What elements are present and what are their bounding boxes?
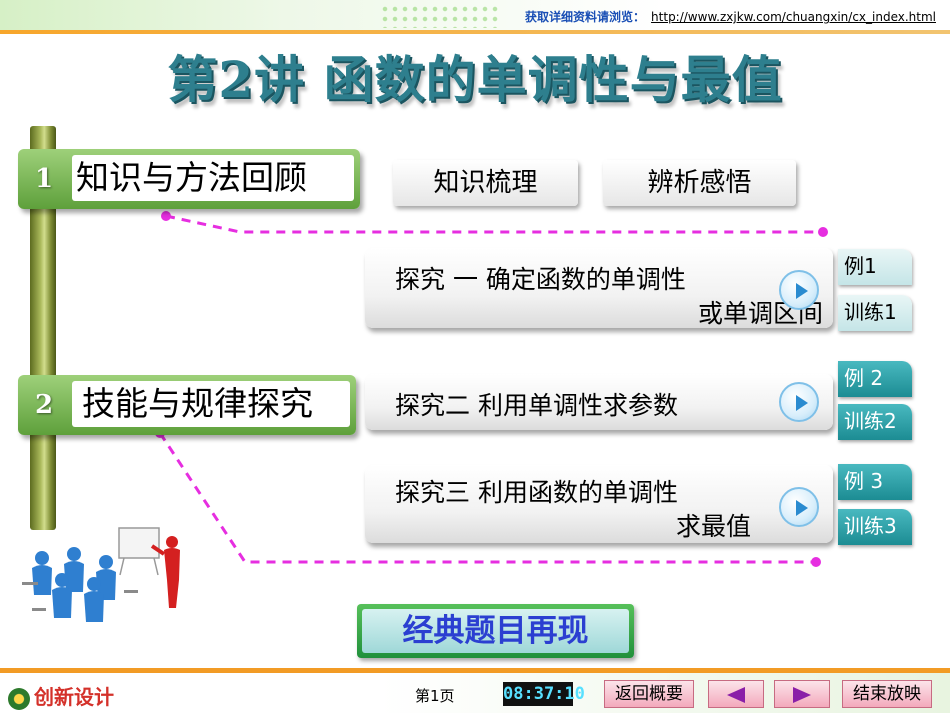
play-icon[interactable] [779,270,819,310]
whiteboard [118,527,160,576]
explore-3-button[interactable]: 探究三 利用函数的单调性 求最值 [365,465,833,543]
back-to-overview-button[interactable]: 返回概要 [604,680,694,708]
knowledge-summary-button[interactable]: 知识梳理 [393,160,578,206]
page-title: 第2讲 函数的单调性与最值 [167,50,783,109]
connector-1 [165,214,822,234]
previous-slide-button[interactable] [708,680,764,708]
section-number: 1 [34,164,54,194]
section-label: 技能与规律探究 [72,381,350,427]
arrow-right-icon [793,687,811,703]
explore-1-button[interactable]: 探究 一 确定函数的单调性 或单调区间 [365,248,833,328]
analysis-insight-button[interactable]: 辨析感悟 [603,160,796,206]
explore-1-line1: 探究 一 确定函数的单调性 [395,265,686,294]
explore-3-line2: 求最值 [675,512,751,541]
clock-display: 08:37:10 [503,682,585,706]
explore-2-line1: 探究二 利用单调性求参数 [395,391,678,420]
header-link-area: 获取详细资料请浏览： http://www.zxjkw.com/chuangxin… [525,8,936,25]
training-1-tab[interactable]: 训练1 [838,295,912,331]
explore-3-line1: 探究三 利用函数的单调性 [395,478,678,507]
footer-bar: 创新设计 第1页 08:37:10 返回概要 结束放映 [0,673,950,713]
classroom-illustration [22,527,180,622]
next-slide-button[interactable] [774,680,830,708]
play-icon[interactable] [779,382,819,422]
banner-decoration [380,4,500,28]
section-number: 2 [34,390,54,420]
page-number: 第1页 [415,687,455,705]
section-label: 知识与方法回顾 [72,155,354,201]
header-link-label: 获取详细资料请浏览： [525,10,646,24]
example-1-tab[interactable]: 例1 [838,249,912,285]
training-3-tab[interactable]: 训练3 [838,509,912,545]
section-knowledge-review[interactable]: 1 知识与方法回顾 [18,149,360,209]
connector-1-end-dot [818,227,828,237]
logo-text: 创新设计 [34,685,114,709]
example-2-tab[interactable]: 例 2 [838,361,912,397]
section-skills-exploration[interactable]: 2 技能与规律探究 [18,375,356,435]
classic-problems-button[interactable]: 经典题目再现 [357,604,634,658]
explore-2-button[interactable]: 探究二 利用单调性求参数 [365,374,833,430]
example-3-tab[interactable]: 例 3 [838,464,912,500]
connector-1-start-dot [161,211,171,221]
brand-logo: 创新设计 [8,681,114,710]
top-banner: 获取详细资料请浏览： http://www.zxjkw.com/chuangxin… [0,0,950,30]
end-show-button[interactable]: 结束放映 [842,680,932,708]
training-2-tab[interactable]: 训练2 [838,404,912,440]
logo-emblem-icon [8,687,30,710]
classic-problems-label: 经典题目再现 [362,609,629,653]
connector-2-end-dot [811,557,821,567]
play-icon[interactable] [779,487,819,527]
header-link-url[interactable]: http://www.zxjkw.com/chuangxin/cx_index.… [651,10,936,24]
arrow-left-icon [727,687,745,703]
teacher-figure [150,536,180,608]
top-stripe [0,30,950,34]
